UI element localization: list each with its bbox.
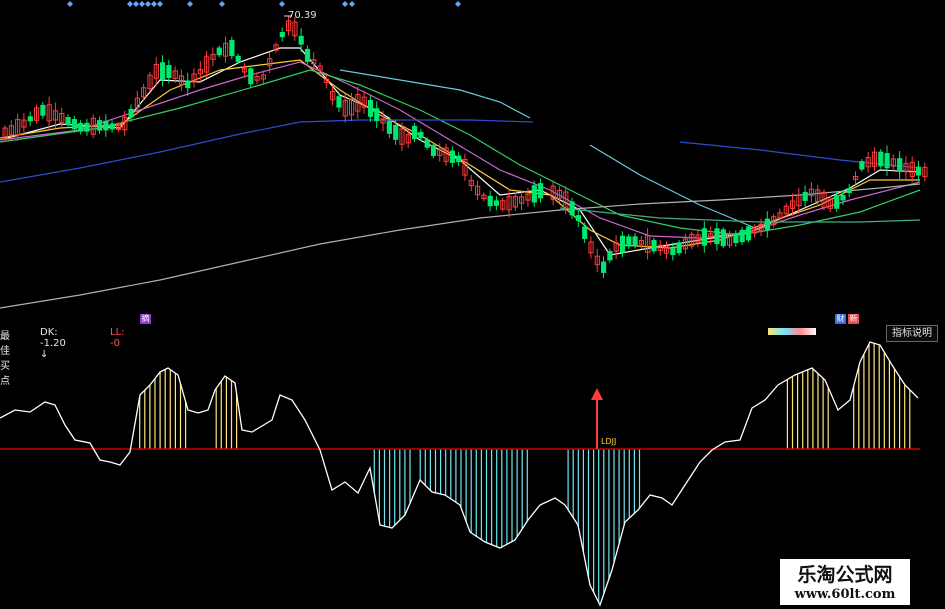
signal-arrow-icon bbox=[591, 388, 603, 400]
indicator-chart[interactable] bbox=[0, 0, 945, 609]
watermark-logo: 乐淘公式网 www.60lt.com bbox=[780, 559, 910, 605]
watermark-title: 乐淘公式网 bbox=[797, 564, 893, 586]
watermark-url: www.60lt.com bbox=[794, 587, 896, 602]
stock-chart-window: 70.39 摘 财 新 最佳买点 DK: -1.20 ↓ LL: -0 指标说明… bbox=[0, 0, 945, 609]
signal-label: LDJJ bbox=[601, 437, 617, 446]
